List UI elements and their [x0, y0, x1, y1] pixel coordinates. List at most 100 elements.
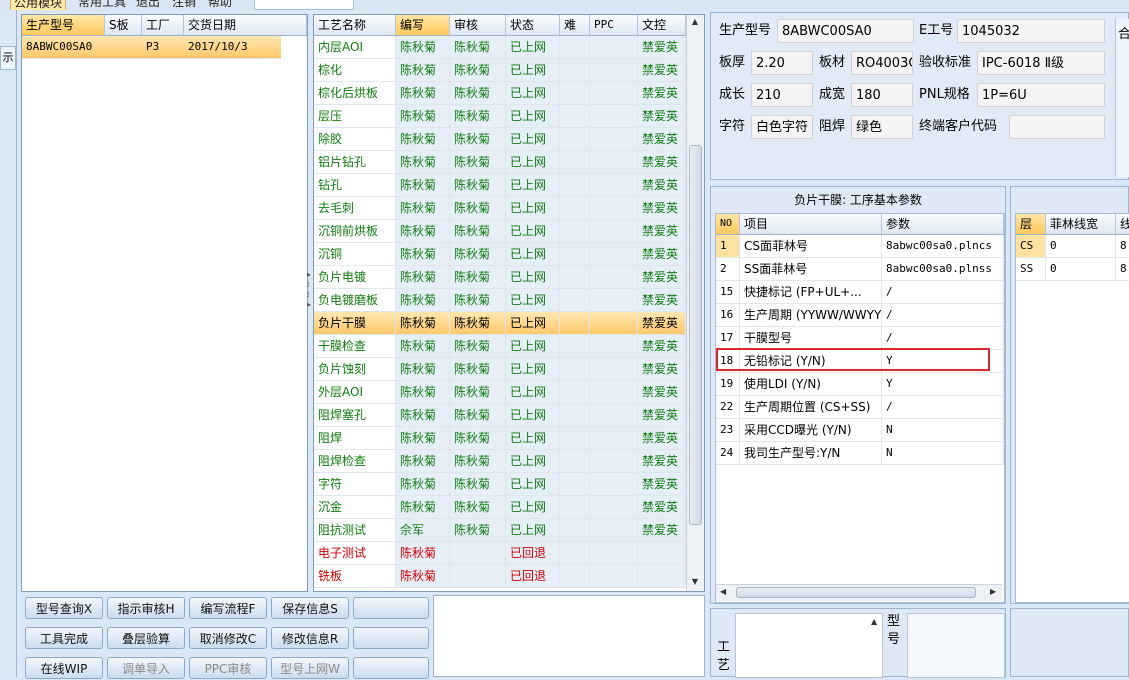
- table-row[interactable]: 16 生产周期 (YYWW/WWYY) /: [716, 304, 1004, 327]
- char-field[interactable]: 白色字符: [751, 115, 813, 139]
- table-row[interactable]: 层压 陈秋菊 陈秋菊 已上网 禁爱英: [314, 105, 686, 128]
- table-row[interactable]: 17 干膜型号 /: [716, 327, 1004, 350]
- import-order-button[interactable]: 调单导入: [107, 657, 185, 679]
- process-note-field[interactable]: [735, 613, 883, 678]
- menu-item-exit[interactable]: 退出: [136, 0, 160, 10]
- table-row[interactable]: 负片电镀 陈秋菊 陈秋菊 已上网 禁爱英: [314, 266, 686, 289]
- col-process-name[interactable]: 工艺名称: [314, 15, 396, 35]
- menu-item-common-modules[interactable]: 公用模块: [10, 0, 67, 10]
- table-row[interactable]: 沉铜 陈秋菊 陈秋菊 已上网 禁爱英: [314, 243, 686, 266]
- col-layer[interactable]: 层: [1016, 214, 1046, 234]
- ppc-review-button[interactable]: PPC审核: [189, 657, 267, 679]
- col-item[interactable]: 项目: [740, 214, 882, 234]
- note-scroll-up[interactable]: ▲: [871, 617, 877, 626]
- col-no[interactable]: NO: [716, 214, 740, 234]
- customer-code-field[interactable]: [1009, 115, 1105, 139]
- stackup-check-button[interactable]: 叠层验算: [107, 627, 185, 649]
- thickness-label: 板厚: [719, 55, 746, 70]
- menu-item-logout[interactable]: 注销: [172, 0, 196, 10]
- save-info-button[interactable]: 保存信息S: [271, 597, 349, 619]
- menu-item-help[interactable]: 帮助: [208, 0, 232, 10]
- splitter-handle[interactable]: ▸ ⁞ ⁞ ▸: [307, 270, 312, 330]
- review-instruction-button[interactable]: 指示审核H: [107, 597, 185, 619]
- model-note-field[interactable]: [907, 613, 1005, 678]
- table-row[interactable]: 字符 陈秋菊 陈秋菊 已上网 禁爱英: [314, 473, 686, 496]
- table-row[interactable]: 铣板 陈秋菊 已回退: [314, 565, 686, 588]
- col-delivery-date[interactable]: 交货日期: [184, 15, 307, 35]
- write-flow-button[interactable]: 编写流程F: [189, 597, 267, 619]
- table-row[interactable]: 沉金 陈秋菊 陈秋菊 已上网 禁爱英: [314, 496, 686, 519]
- model-online-button[interactable]: 型号上网W: [271, 657, 349, 679]
- table-row[interactable]: 负片干膜 陈秋菊 陈秋菊 已上网 禁爱英: [314, 312, 686, 335]
- col-factory[interactable]: 工厂: [142, 15, 184, 35]
- table-row[interactable]: SS08.: [1016, 258, 1129, 281]
- col-status[interactable]: 状态: [506, 15, 560, 35]
- menu-search-field[interactable]: [254, 0, 354, 10]
- hscroll-thumb[interactable]: [736, 587, 976, 598]
- process-grid-scrollbar[interactable]: ▲ ▼: [686, 15, 704, 591]
- thickness-field[interactable]: 2.20: [751, 51, 813, 75]
- table-row[interactable]: 内层AOI 陈秋菊 陈秋菊 已上网 禁爱英: [314, 36, 686, 59]
- table-row[interactable]: 1 CS面菲林号 8abwc00sa0.plncs: [716, 235, 1004, 258]
- table-row[interactable]: 19 使用LDI (Y/N) Y: [716, 373, 1004, 396]
- left-strip-tab[interactable]: 示: [0, 46, 16, 70]
- table-row[interactable]: 棕化 陈秋菊 陈秋菊 已上网 禁爱英: [314, 59, 686, 82]
- scroll-right-arrow[interactable]: ▶: [990, 587, 996, 596]
- pnl-field[interactable]: 1P=6U: [977, 83, 1105, 107]
- table-row[interactable]: 8ABWC00SA0 P3 2017/10/3: [22, 36, 281, 59]
- col-model[interactable]: 生产型号: [22, 15, 105, 35]
- table-row[interactable]: 15 快捷标记 (FP+UL+... /: [716, 281, 1004, 304]
- doc-control-cell: 禁爱英: [638, 174, 686, 196]
- model-query-button[interactable]: 型号查询X: [25, 597, 103, 619]
- table-row[interactable]: CS08.: [1016, 235, 1129, 258]
- param-hscrollbar[interactable]: ◀ ▶: [716, 584, 1002, 601]
- table-row[interactable]: 钻孔 陈秋菊 陈秋菊 已上网 禁爱英: [314, 174, 686, 197]
- col-param[interactable]: 参数: [882, 214, 1004, 234]
- table-row[interactable]: 22 生产周期位置 (CS+SS) /: [716, 396, 1004, 419]
- table-row[interactable]: 沉铜前烘板 陈秋菊 陈秋菊 已上网 禁爱英: [314, 220, 686, 243]
- eng-field[interactable]: 1045032: [957, 19, 1105, 43]
- table-row[interactable]: 阻焊检查 陈秋菊 陈秋菊 已上网 禁爱英: [314, 450, 686, 473]
- table-row[interactable]: 负电镀磨板 陈秋菊 陈秋菊 已上网 禁爱英: [314, 289, 686, 312]
- scroll-up-arrow[interactable]: ▲: [687, 17, 703, 26]
- scroll-left-arrow[interactable]: ◀: [720, 587, 726, 596]
- scroll-down-arrow[interactable]: ▼: [687, 577, 703, 586]
- table-row[interactable]: 2 SS面菲林号 8abwc00sa0.plnss: [716, 258, 1004, 281]
- col-writer[interactable]: 编写: [396, 15, 450, 35]
- col-doc-control[interactable]: 文控: [638, 15, 686, 35]
- col-film-width[interactable]: 菲林线宽: [1046, 214, 1116, 234]
- online-wip-button[interactable]: 在线WIP: [25, 657, 103, 679]
- col-difficulty[interactable]: 难: [560, 15, 590, 35]
- standard-field[interactable]: IPC-6018 Ⅱ级: [977, 51, 1105, 75]
- blank-button-3[interactable]: [353, 657, 429, 679]
- table-row[interactable]: 24 我司生产型号:Y/N N: [716, 442, 1004, 465]
- col-s-board[interactable]: S板: [105, 15, 142, 35]
- edit-info-button[interactable]: 修改信息R: [271, 627, 349, 649]
- table-row[interactable]: 阻焊塞孔 陈秋菊 陈秋菊 已上网 禁爱英: [314, 404, 686, 427]
- table-row[interactable]: 去毛刺 陈秋菊 陈秋菊 已上网 禁爱英: [314, 197, 686, 220]
- table-row[interactable]: 阻焊 陈秋菊 陈秋菊 已上网 禁爱英: [314, 427, 686, 450]
- width-field[interactable]: 180: [851, 83, 913, 107]
- table-row[interactable]: 除胶 陈秋菊 陈秋菊 已上网 禁爱英: [314, 128, 686, 151]
- table-row[interactable]: 负片蚀刻 陈秋菊 陈秋菊 已上网 禁爱英: [314, 358, 686, 381]
- col-reviewer[interactable]: 审核: [450, 15, 506, 35]
- menu-item-tools[interactable]: 常用工具: [78, 0, 126, 10]
- blank-button-1[interactable]: [353, 597, 429, 619]
- length-field[interactable]: 210: [751, 83, 813, 107]
- table-row[interactable]: 外层AOI 陈秋菊 陈秋菊 已上网 禁爱英: [314, 381, 686, 404]
- tool-complete-button[interactable]: 工具完成: [25, 627, 103, 649]
- material-field[interactable]: RO4003C: [851, 51, 913, 75]
- model-field[interactable]: 8ABWC00SA0: [777, 19, 914, 43]
- scroll-thumb[interactable]: [689, 145, 702, 525]
- table-row[interactable]: 阻抗测试 佘军 陈秋菊 已上网 禁爱英: [314, 519, 686, 542]
- table-row[interactable]: 电子测试 陈秋菊 已回退: [314, 542, 686, 565]
- mask-field[interactable]: 绿色: [851, 115, 913, 139]
- table-row[interactable]: 干膜检查 陈秋菊 陈秋菊 已上网 禁爱英: [314, 335, 686, 358]
- col-line[interactable]: 线: [1116, 214, 1129, 234]
- table-row[interactable]: 棕化后烘板 陈秋菊 陈秋菊 已上网 禁爱英: [314, 82, 686, 105]
- table-row[interactable]: 23 采用CCD曝光 (Y/N) N: [716, 419, 1004, 442]
- col-ppc[interactable]: PPC: [590, 15, 638, 35]
- table-row[interactable]: 铝片钻孔 陈秋菊 陈秋菊 已上网 禁爱英: [314, 151, 686, 174]
- blank-button-2[interactable]: [353, 627, 429, 649]
- cancel-edit-button[interactable]: 取消修改C: [189, 627, 267, 649]
